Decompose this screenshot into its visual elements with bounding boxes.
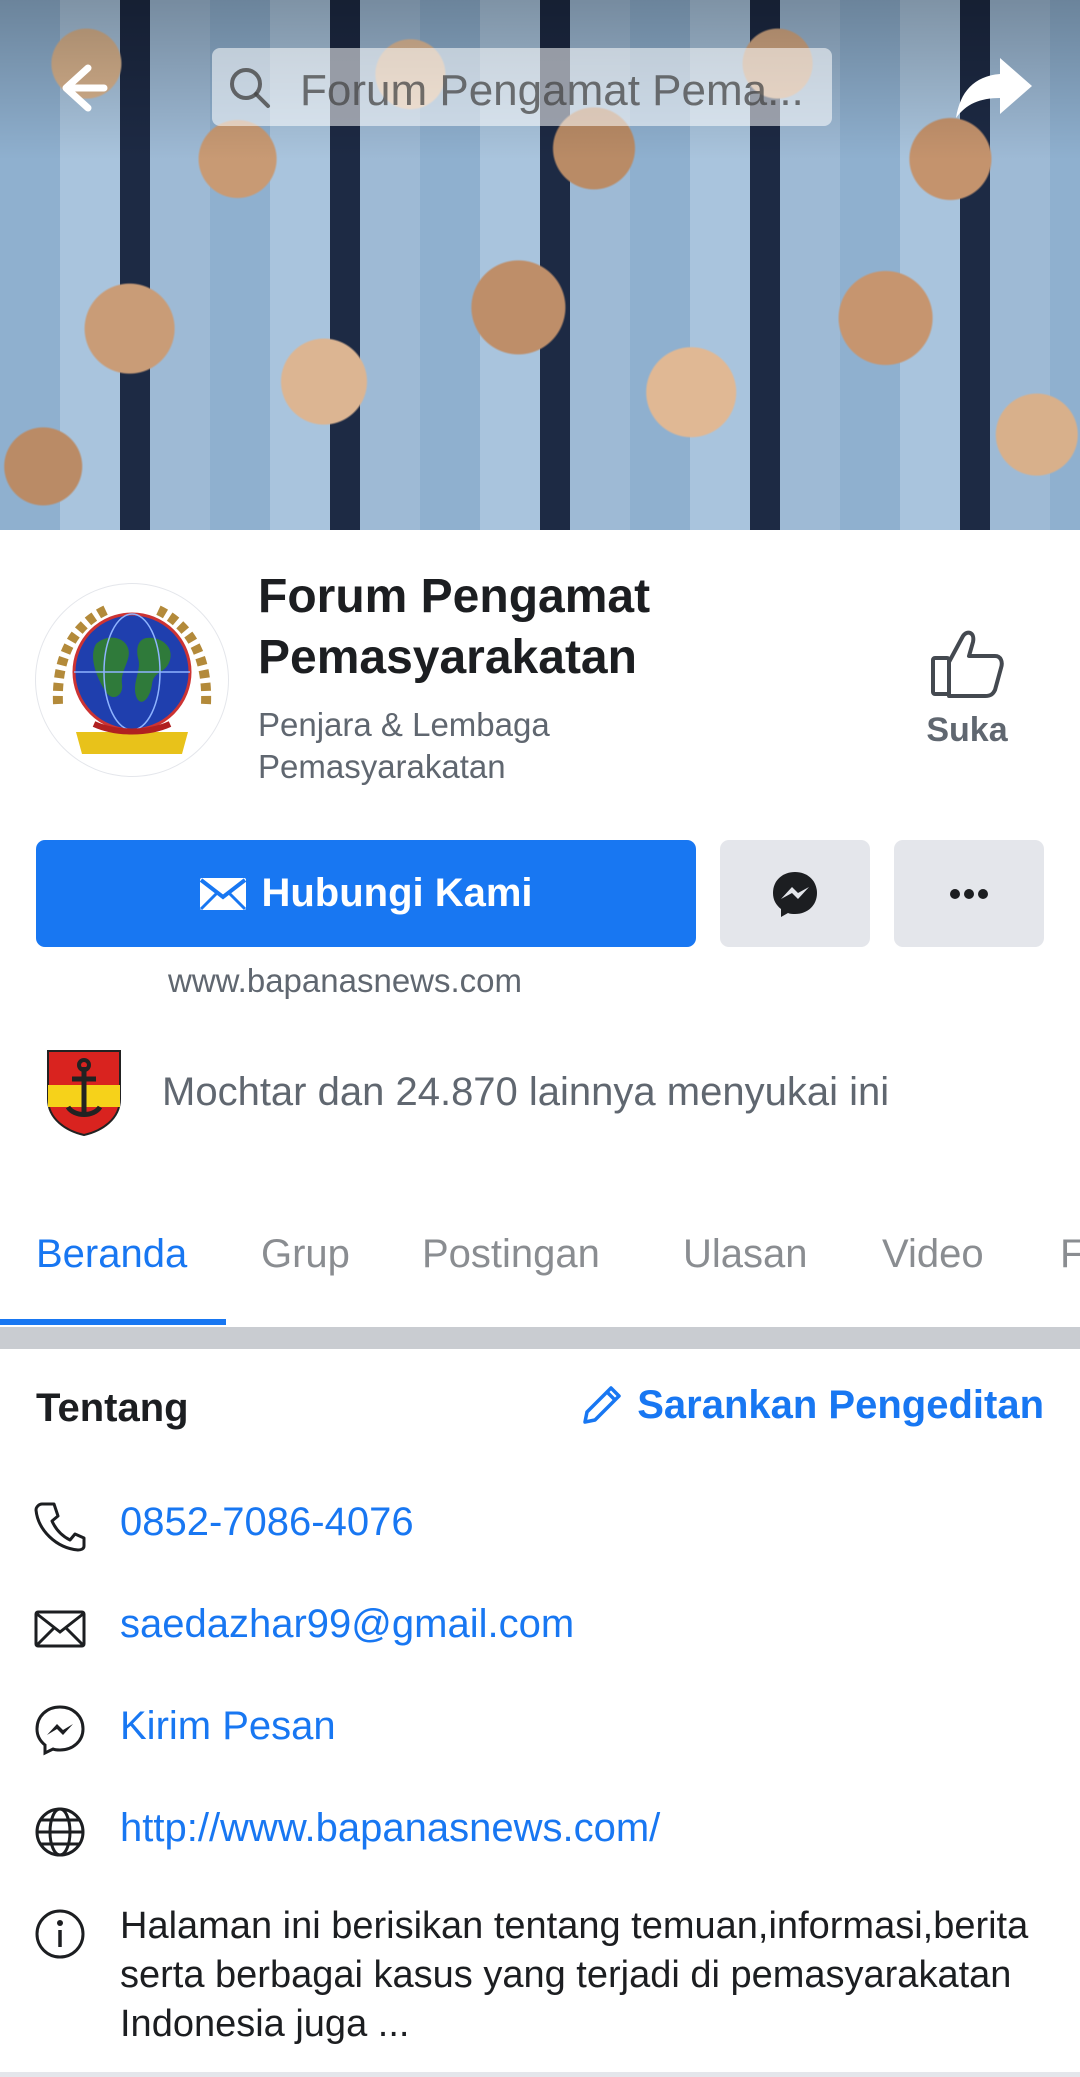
search-icon bbox=[230, 68, 270, 108]
search-text: Forum Pengamat Pema... bbox=[300, 66, 804, 115]
website-link[interactable]: www.bapanasnews.com bbox=[168, 962, 522, 1000]
like-label: Suka bbox=[926, 711, 1008, 749]
messenger-button[interactable] bbox=[720, 840, 870, 947]
share-icon bbox=[956, 58, 1032, 118]
avatar[interactable] bbox=[40, 1045, 128, 1137]
bottom-divider bbox=[0, 2072, 1080, 2077]
tab-grup[interactable]: Grup bbox=[261, 1232, 350, 1277]
tab-more[interactable]: F bbox=[1060, 1232, 1080, 1277]
website-url[interactable]: http://www.bapanasnews.com/ bbox=[120, 1806, 660, 1851]
back-button[interactable] bbox=[52, 58, 112, 118]
search-bar[interactable]: Forum Pengamat Pema... bbox=[212, 48, 832, 126]
tab-ulasan[interactable]: Ulasan bbox=[683, 1232, 808, 1277]
phone-number[interactable]: 0852-7086-4076 bbox=[120, 1500, 414, 1545]
suggest-edit-button[interactable]: Sarankan Pengeditan bbox=[579, 1382, 1044, 1428]
tab-postingan[interactable]: Postingan bbox=[422, 1232, 600, 1277]
active-tab-indicator bbox=[0, 1319, 226, 1325]
suggest-edit-label: Sarankan Pengeditan bbox=[637, 1382, 1044, 1427]
more-dots-icon bbox=[950, 888, 988, 899]
send-message-link[interactable]: Kirim Pesan bbox=[120, 1704, 336, 1749]
like-button[interactable]: Suka bbox=[905, 628, 1029, 768]
share-button[interactable] bbox=[952, 52, 1036, 124]
page-logo[interactable] bbox=[36, 584, 228, 776]
anchor-emblem-icon bbox=[47, 1050, 121, 1137]
top-bar: Forum Pengamat Pema... bbox=[0, 40, 1080, 136]
info-icon bbox=[35, 1909, 85, 1959]
contact-button-label: Hubungi Kami bbox=[261, 871, 533, 915]
messenger-icon bbox=[773, 871, 817, 917]
envelope-icon bbox=[34, 1610, 86, 1648]
likes-summary[interactable]: Mochtar dan 24.870 lainnya menyukai ini bbox=[162, 1070, 889, 1115]
about-heading: Tentang bbox=[36, 1386, 189, 1430]
page-description: Halaman ini berisikan tentang temuan,inf… bbox=[120, 1905, 1029, 2045]
tab-video[interactable]: Video bbox=[882, 1232, 984, 1277]
tab-bar: Beranda Grup Postingan Ulasan Video F bbox=[0, 1210, 1080, 1325]
section-divider bbox=[0, 1327, 1080, 1349]
globe-logo-icon bbox=[38, 586, 226, 774]
arrow-left-icon bbox=[62, 64, 108, 112]
messenger-icon bbox=[35, 1705, 85, 1756]
contact-us-button[interactable]: Hubungi Kami bbox=[36, 840, 696, 947]
phone-icon bbox=[34, 1502, 86, 1552]
page-category: Penjara & Lembaga Pemasyarakatan bbox=[258, 706, 550, 785]
page-title: Forum Pengamat Pemasyarakatan bbox=[258, 570, 651, 684]
thumbs-up-icon bbox=[931, 630, 1004, 698]
envelope-icon bbox=[200, 877, 247, 910]
pencil-icon bbox=[583, 1386, 621, 1424]
globe-icon bbox=[35, 1807, 85, 1857]
more-options-button[interactable] bbox=[894, 840, 1044, 947]
email-address[interactable]: saedazhar99@gmail.com bbox=[120, 1602, 574, 1647]
tab-beranda[interactable]: Beranda bbox=[36, 1232, 187, 1277]
